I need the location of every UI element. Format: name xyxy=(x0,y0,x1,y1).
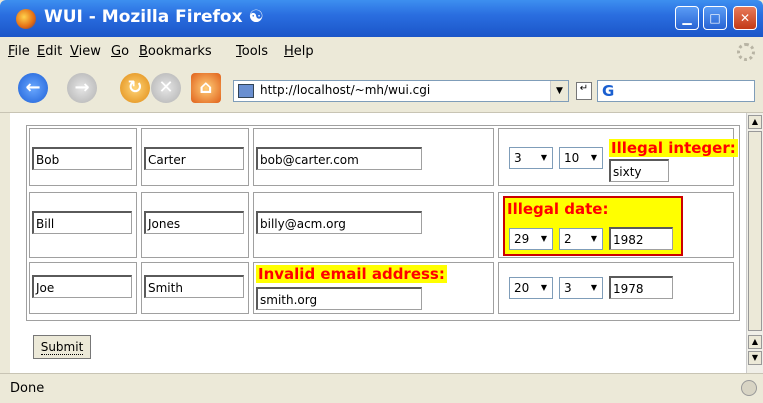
table-cell: Joe xyxy=(29,262,137,314)
status-bar: Done xyxy=(0,373,763,403)
table-cell: 3 ▼ 10 ▼ Illegal integer: sixty xyxy=(498,128,738,186)
day-select[interactable]: 29 ▼ xyxy=(509,228,553,250)
search-bar[interactable]: G xyxy=(597,80,755,102)
first-name-field[interactable]: Bill xyxy=(32,211,132,234)
table-cell: Invalid email address: smith.org xyxy=(253,262,494,314)
url-text: http://localhost/~mh/wui.cgi xyxy=(260,83,431,97)
home-icon[interactable]: ⌂ xyxy=(191,73,221,103)
illegal-integer-error: Illegal integer: xyxy=(609,139,738,157)
menu-bar: File Edit View Go Bookmarks Tools Help xyxy=(0,37,763,65)
scroll-down-icon[interactable]: ▼ xyxy=(748,351,762,365)
email-field[interactable]: billy@acm.org xyxy=(256,211,422,234)
chevron-down-icon: ▼ xyxy=(590,283,598,292)
title-bar[interactable]: WUI - Mozilla Firefox ☯ ▁ □ ✕ xyxy=(0,0,763,37)
day-select[interactable]: 3 ▼ xyxy=(509,147,553,169)
page-icon xyxy=(238,84,254,98)
activity-throbber-icon xyxy=(737,43,755,61)
invalid-email-error: Invalid email address: xyxy=(256,265,447,283)
menu-tools[interactable]: Tools xyxy=(236,44,268,59)
stop-icon[interactable]: ✕ xyxy=(151,73,181,103)
go-icon[interactable]: ↵ xyxy=(576,82,592,100)
email-field[interactable]: smith.org xyxy=(256,287,422,310)
menu-bookmarks[interactable]: Bookmarks xyxy=(139,44,212,59)
chevron-down-icon: ▼ xyxy=(590,153,598,162)
firefox-logo-icon xyxy=(16,9,36,29)
scroll-up-icon[interactable]: ▲ xyxy=(748,115,762,129)
scroll-up-icon[interactable]: ▲ xyxy=(748,335,762,349)
menu-help[interactable]: Help xyxy=(284,44,314,59)
table-cell: Carter xyxy=(141,128,249,186)
table-cell: Bob xyxy=(29,128,137,186)
menu-view[interactable]: View xyxy=(70,44,101,59)
security-icon xyxy=(741,380,757,396)
forward-icon[interactable]: → xyxy=(67,73,97,103)
first-name-field[interactable]: Bob xyxy=(32,147,132,170)
throbber-swirl-icon: ☯ xyxy=(248,7,264,27)
page-content: Bob Carter bob@carter.com 3 ▼ 10 ▼ Illegal… xyxy=(10,113,746,373)
close-button[interactable]: ✕ xyxy=(733,6,757,30)
year-field[interactable]: 1982 xyxy=(609,227,673,250)
chevron-down-icon: ▼ xyxy=(540,234,548,243)
table-cell: Jones xyxy=(141,192,249,258)
scroll-thumb[interactable] xyxy=(748,131,762,331)
month-select[interactable]: 3 ▼ xyxy=(559,277,603,299)
maximize-button[interactable]: □ xyxy=(703,6,727,30)
year-field[interactable]: 1978 xyxy=(609,276,673,299)
table-cell: billy@acm.org xyxy=(253,192,494,258)
table-cell: Bill xyxy=(29,192,137,258)
minimize-button[interactable]: ▁ xyxy=(675,6,699,30)
illegal-date-error: Illegal date: xyxy=(505,200,611,218)
url-history-dropdown-icon[interactable]: ▼ xyxy=(550,81,568,101)
illegal-date-box: Illegal date: 29 ▼ 2 ▼ 1982 xyxy=(503,196,683,256)
google-search-icon: G xyxy=(602,82,615,100)
menu-edit[interactable]: Edit xyxy=(37,44,62,59)
chevron-down-icon: ▼ xyxy=(540,283,548,292)
status-text: Done xyxy=(10,381,45,396)
submit-button[interactable]: Submit xyxy=(33,335,91,359)
last-name-field[interactable]: Carter xyxy=(144,147,244,170)
menu-file[interactable]: File xyxy=(8,44,30,59)
chevron-down-icon: ▼ xyxy=(590,234,598,243)
menu-go[interactable]: Go xyxy=(111,44,129,59)
last-name-field[interactable]: Jones xyxy=(144,211,244,234)
year-field[interactable]: sixty xyxy=(609,159,669,182)
browser-window: WUI - Mozilla Firefox ☯ ▁ □ ✕ File Edit … xyxy=(0,0,763,403)
month-select[interactable]: 2 ▼ xyxy=(559,228,603,250)
table-cell: 20 ▼ 3 ▼ 1978 xyxy=(498,262,734,314)
url-bar[interactable]: http://localhost/~mh/wui.cgi ▼ xyxy=(233,80,569,102)
navigation-toolbar: ← → ↻ ✕ ⌂ http://localhost/~mh/wui.cgi ▼… xyxy=(0,65,763,113)
email-field[interactable]: bob@carter.com xyxy=(256,147,422,170)
day-select[interactable]: 20 ▼ xyxy=(509,277,553,299)
month-select[interactable]: 10 ▼ xyxy=(559,147,603,169)
first-name-field[interactable]: Joe xyxy=(32,275,132,298)
table-cell: Illegal date: 29 ▼ 2 ▼ 1982 xyxy=(498,192,734,258)
last-name-field[interactable]: Smith xyxy=(144,275,244,298)
chevron-down-icon: ▼ xyxy=(540,153,548,162)
table-cell: bob@carter.com xyxy=(253,128,494,186)
table-cell: Smith xyxy=(141,262,249,314)
back-icon[interactable]: ← xyxy=(18,73,48,103)
window-title: WUI - Mozilla Firefox ☯ xyxy=(44,7,264,27)
vertical-scrollbar[interactable]: ▲ ▲ ▼ xyxy=(746,113,763,373)
reload-icon[interactable]: ↻ xyxy=(120,73,150,103)
